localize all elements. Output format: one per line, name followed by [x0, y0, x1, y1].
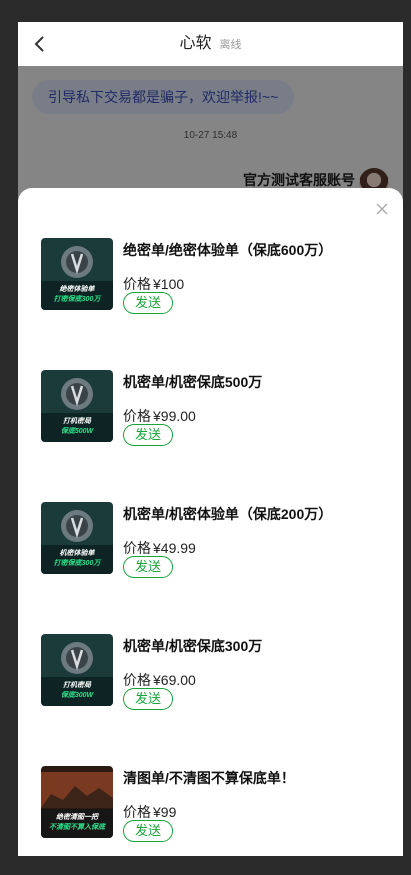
price-value: 99	[160, 804, 177, 820]
send-button[interactable]: 发送	[123, 556, 173, 578]
currency-symbol: ¥	[153, 540, 161, 556]
product-thumbnail: 绝密清图一把 不清图不算入保底	[41, 766, 113, 838]
product-thumbnail: 打机密局 保底500W	[41, 370, 113, 442]
currency-symbol: ¥	[153, 276, 161, 292]
send-button[interactable]: 发送	[123, 820, 173, 842]
price-label: 价格	[123, 408, 151, 424]
thumbnail-caption-sub: 保底500W	[60, 428, 94, 435]
send-button[interactable]: 发送	[123, 688, 173, 710]
product-thumbnail: 打机密局 保底300W	[41, 634, 113, 706]
send-button[interactable]: 发送	[123, 424, 173, 446]
thumbnail-caption-sub: 打密保底300万	[53, 296, 101, 303]
product-item: 打机密局 保底300W 机密单/机密保底300万 价格 ¥69.00 发送	[41, 634, 391, 716]
online-status: 离线	[219, 39, 242, 51]
thumbnail-caption: 机密体验单	[59, 550, 95, 557]
product-name: 机密单/机密体验单（保底200万）	[123, 506, 333, 522]
contact-name: 心软	[179, 35, 212, 52]
currency-symbol: ¥	[153, 804, 161, 820]
close-icon[interactable]	[375, 202, 389, 216]
thumbnail-caption-sub: 保底300W	[60, 692, 94, 699]
price-label: 价格	[123, 804, 151, 820]
thumbnail-caption: 绝密体验单	[59, 286, 95, 293]
product-price: 价格 ¥49.99	[123, 538, 196, 558]
page-title: 心软 离线	[18, 22, 403, 66]
product-name: 机密单/机密保底300万	[123, 638, 263, 654]
currency-symbol: ¥	[153, 672, 161, 688]
price-value: 69.00	[160, 672, 196, 688]
product-item: 打机密局 保底500W 机密单/机密保底500万 价格 ¥99.00 发送	[41, 370, 391, 452]
thumbnail-caption: 绝密清图一把	[56, 814, 98, 821]
product-thumbnail: 绝密体验单 打密保底300万	[41, 238, 113, 310]
phone-screen: 心软 离线 引导私下交易都是骗子，欢迎举报!~~ 10-27 15:48 官方测试…	[18, 22, 403, 856]
product-sheet: 绝密体验单 打密保底300万 绝密单/绝密体验单（保底600万） 价格 ¥100 …	[18, 188, 403, 856]
price-value: 99.00	[160, 408, 196, 424]
thumbnail-caption: 打机密局	[63, 418, 91, 425]
send-button[interactable]: 发送	[123, 292, 173, 314]
nav-bar: 心软 离线	[18, 22, 403, 66]
price-label: 价格	[123, 672, 151, 688]
currency-symbol: ¥	[153, 408, 161, 424]
product-price: 价格 ¥99	[123, 802, 176, 822]
price-label: 价格	[123, 540, 151, 556]
thumbnail-caption-sub: 不清图不算入保底	[49, 824, 105, 831]
thumbnail-caption-sub: 打密保底300万	[53, 560, 101, 567]
product-name: 绝密单/绝密体验单（保底600万）	[123, 242, 333, 258]
product-thumbnail: 机密体验单 打密保底300万	[41, 502, 113, 574]
thumbnail-caption: 打机密局	[63, 682, 91, 689]
product-item: 机密体验单 打密保底300万 机密单/机密体验单（保底200万） 价格 ¥49.9…	[41, 502, 391, 584]
product-name: 机密单/机密保底500万	[123, 374, 263, 390]
product-price: 价格 ¥69.00	[123, 670, 196, 690]
product-price: 价格 ¥100	[123, 274, 184, 294]
price-value: 49.99	[160, 540, 196, 556]
price-value: 100	[160, 276, 185, 292]
price-label: 价格	[123, 276, 151, 292]
product-name: 清图单/不清图不算保底单！	[123, 770, 295, 786]
product-item: 绝密体验单 打密保底300万 绝密单/绝密体验单（保底600万） 价格 ¥100 …	[41, 238, 391, 320]
product-item: 绝密清图一把 不清图不算入保底 清图单/不清图不算保底单！ 价格 ¥99 发送	[41, 766, 391, 848]
product-price: 价格 ¥99.00	[123, 406, 196, 426]
